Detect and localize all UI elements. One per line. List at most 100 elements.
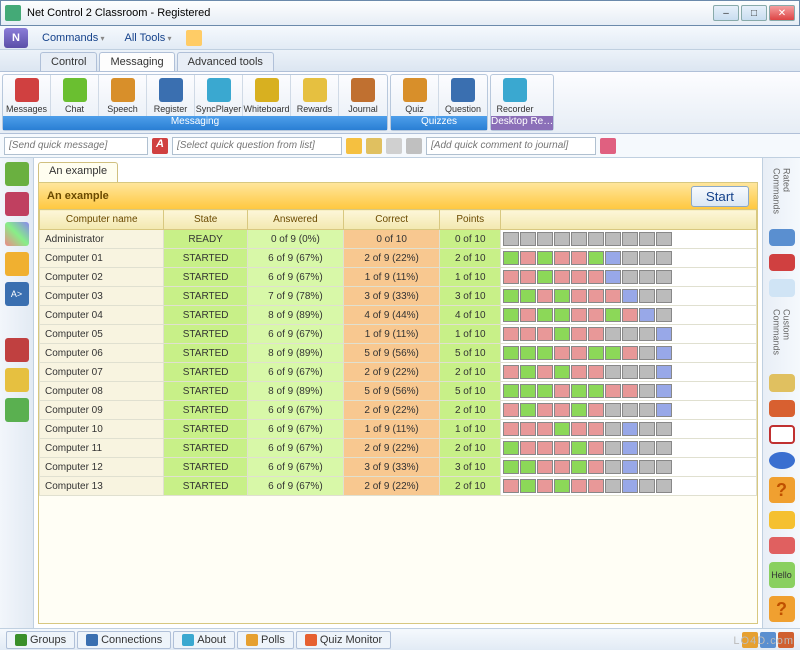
status-tab-connections[interactable]: Connections: [77, 631, 171, 649]
answer-box: [622, 441, 638, 455]
answer-box: [520, 384, 536, 398]
col-header[interactable]: Points: [440, 210, 501, 230]
register-icon: [159, 78, 183, 102]
quick-question-input[interactable]: [172, 137, 342, 155]
cancel-icon[interactable]: [769, 425, 795, 444]
answer-box: [571, 441, 587, 455]
tool-label: Register: [154, 104, 188, 114]
table-row[interactable]: Computer 11STARTED6 of 9 (67%)2 of 9 (22…: [40, 439, 757, 458]
tool-journal[interactable]: Journal: [339, 75, 387, 116]
table-row[interactable]: Computer 07STARTED6 of 9 (67%)2 of 9 (22…: [40, 363, 757, 382]
list-icon[interactable]: [769, 537, 795, 554]
maximize-button[interactable]: □: [741, 5, 767, 21]
status-tab-icon: [246, 634, 258, 646]
status-tab-groups[interactable]: Groups: [6, 631, 75, 649]
flag-red-icon[interactable]: [5, 338, 29, 362]
table-row[interactable]: Computer 12STARTED6 of 9 (67%)3 of 9 (33…: [40, 458, 757, 477]
pen-icon[interactable]: [600, 138, 616, 154]
hello-icon[interactable]: Hello: [769, 562, 795, 588]
menu-all-tools[interactable]: All Tools: [119, 30, 178, 46]
answer-box: [537, 384, 553, 398]
answer-box: [520, 479, 536, 493]
tool-register[interactable]: Register: [147, 75, 195, 116]
answer-box: [537, 232, 553, 246]
answer-box: [554, 327, 570, 341]
close-button[interactable]: ✕: [769, 5, 795, 21]
answer-box: [537, 327, 553, 341]
grid-icon[interactable]: [5, 222, 29, 246]
answer-box: [605, 384, 621, 398]
answer-box: [656, 327, 672, 341]
table-row[interactable]: Computer 06STARTED8 of 9 (89%)5 of 9 (56…: [40, 344, 757, 363]
answer-box: [656, 460, 672, 474]
table-row[interactable]: AdministratorREADY0 of 9 (0%)0 of 100 of…: [40, 230, 757, 249]
broadcast-icon[interactable]: [769, 254, 795, 271]
col-header[interactable]: Answered: [247, 210, 343, 230]
col-header[interactable]: State: [164, 210, 247, 230]
answer-box: [622, 384, 638, 398]
edit-icon[interactable]: [769, 400, 795, 417]
ribbon-tabs: Control Messaging Advanced tools: [0, 50, 800, 72]
answer-box: [588, 479, 604, 493]
table-row[interactable]: Computer 02STARTED6 of 9 (67%)1 of 9 (11…: [40, 268, 757, 287]
table-row[interactable]: Computer 03STARTED7 of 9 (78%)3 of 9 (33…: [40, 287, 757, 306]
tab-control[interactable]: Control: [40, 52, 97, 71]
col-header[interactable]: Computer name: [40, 210, 164, 230]
tool-chat[interactable]: Chat: [51, 75, 99, 116]
star-icon[interactable]: [769, 511, 795, 528]
start-button[interactable]: Start: [691, 186, 749, 207]
tool-speech[interactable]: Speech: [99, 75, 147, 116]
key-icon[interactable]: [769, 374, 795, 391]
star3-icon[interactable]: [406, 138, 422, 154]
flag-yellow-icon[interactable]: [5, 368, 29, 392]
tool-rewards[interactable]: Rewards: [291, 75, 339, 116]
messages-icon: [15, 78, 39, 102]
tab-advanced[interactable]: Advanced tools: [177, 52, 274, 71]
star1-icon[interactable]: [366, 138, 382, 154]
minimize-button[interactable]: –: [713, 5, 739, 21]
tool-quiz[interactable]: Quiz: [391, 75, 439, 116]
flag-green-icon[interactable]: [5, 398, 29, 422]
table-row[interactable]: Computer 04STARTED8 of 9 (89%)4 of 9 (44…: [40, 306, 757, 325]
status-tab-about[interactable]: About: [173, 631, 235, 649]
answer-box: [520, 422, 536, 436]
question-icon[interactable]: ?: [769, 477, 795, 503]
record-icon[interactable]: [5, 192, 29, 216]
home-icon[interactable]: [186, 30, 202, 46]
help-icon[interactable]: [346, 138, 362, 154]
table-row[interactable]: Computer 13STARTED6 of 9 (67%)2 of 9 (22…: [40, 477, 757, 496]
quick-journal-input[interactable]: [426, 137, 596, 155]
tool-question[interactable]: Question: [439, 75, 487, 116]
az-icon[interactable]: A>: [5, 282, 29, 306]
refresh-icon[interactable]: [5, 162, 29, 186]
table-row[interactable]: Computer 05STARTED6 of 9 (67%)1 of 9 (11…: [40, 325, 757, 344]
power-icon[interactable]: [769, 452, 795, 469]
doc-tab[interactable]: An example: [38, 162, 118, 182]
table-row[interactable]: Computer 10STARTED6 of 9 (67%)1 of 9 (11…: [40, 420, 757, 439]
tool-syncplayer[interactable]: SyncPlayer: [195, 75, 243, 116]
monitor-icon[interactable]: [769, 229, 795, 246]
status-tab-polls[interactable]: Polls: [237, 631, 294, 649]
font-icon[interactable]: A: [152, 138, 168, 154]
lock-icon[interactable]: [5, 252, 29, 276]
star2-icon[interactable]: [386, 138, 402, 154]
table-row[interactable]: Computer 01STARTED6 of 9 (67%)2 of 9 (22…: [40, 249, 757, 268]
col-header[interactable]: Correct: [344, 210, 440, 230]
answer-box: [520, 289, 536, 303]
tool-messages[interactable]: Messages: [3, 75, 51, 116]
ribbon-toolbar: MessagesChatSpeech Register SyncPlayerWhit…: [0, 72, 800, 134]
answer-box: [656, 270, 672, 284]
tab-messaging[interactable]: Messaging: [99, 52, 174, 71]
question2-icon[interactable]: ?: [769, 596, 795, 622]
card-icon[interactable]: [769, 279, 795, 296]
answer-box: [656, 384, 672, 398]
answer-box: [503, 441, 519, 455]
tool-whiteboard[interactable]: Whiteboard: [243, 75, 291, 116]
table-row[interactable]: Computer 08STARTED8 of 9 (89%)5 of 9 (56…: [40, 382, 757, 401]
menu-commands[interactable]: Commands: [36, 30, 111, 46]
tool-recorder[interactable]: Recorder: [491, 75, 539, 116]
quick-message-input[interactable]: [4, 137, 148, 155]
table-row[interactable]: Computer 09STARTED6 of 9 (67%)2 of 9 (22…: [40, 401, 757, 420]
whiteboard-icon: [255, 78, 279, 102]
status-tab-quiz-monitor[interactable]: Quiz Monitor: [296, 631, 391, 649]
